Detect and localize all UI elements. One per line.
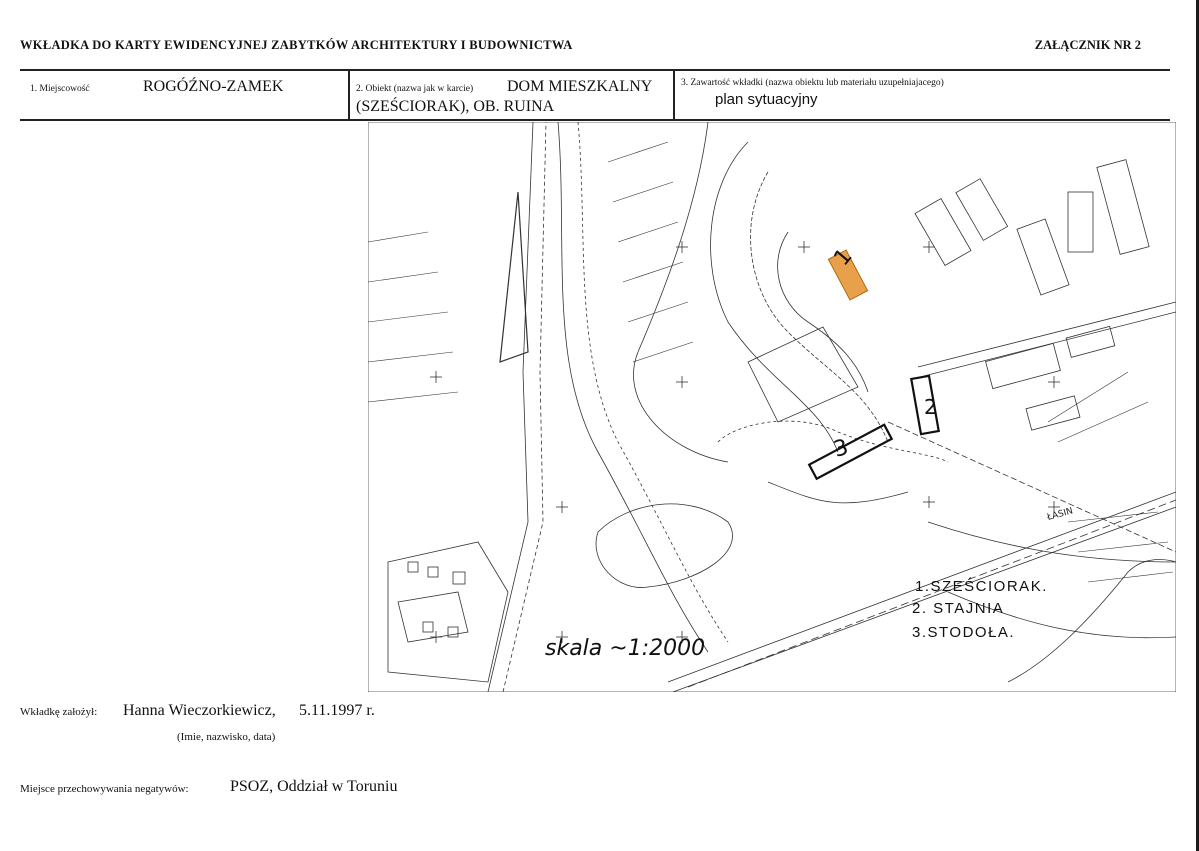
form-divider-1 bbox=[348, 69, 350, 120]
form-bottom-rule bbox=[20, 119, 1170, 121]
content-label: 3. Zawartość wkładki (nazwa obiektu lub … bbox=[681, 78, 944, 88]
scale-note: skala ~1:2000 bbox=[545, 636, 706, 661]
content-value: plan sytuacyjny bbox=[715, 91, 818, 108]
object-label: 2. Obiekt (nazwa jak w karcie) bbox=[356, 84, 474, 94]
form-divider-2 bbox=[673, 69, 675, 120]
author-note: (Imie, nazwisko, data) bbox=[177, 731, 276, 743]
locality-value: ROGÓŹNO-ZAMEK bbox=[143, 78, 284, 95]
storage-label: Miejsce przechowywania negatywów: bbox=[20, 783, 189, 795]
site-plan-drawing: 1 2 3 ŁASIN bbox=[367, 121, 1177, 693]
author-value: Hanna Wieczorkiewicz, bbox=[123, 702, 276, 719]
legend-item-1: 1.SZEŚCIORAK. bbox=[915, 578, 1048, 595]
author-date: 5.11.1997 r. bbox=[299, 702, 375, 719]
object-value-line2: (SZEŚCIORAK), OB. RUINA bbox=[356, 98, 555, 115]
author-label: Wkładkę założył: bbox=[20, 706, 98, 718]
document-title: WKŁADKA DO KARTY EWIDENCYJNEJ ZABYTKÓW A… bbox=[20, 38, 573, 52]
legend-item-2: 2. STAJNIA bbox=[912, 600, 1005, 617]
legend-item-3: 3.STODOŁA. bbox=[912, 624, 1016, 641]
storage-value: PSOZ, Oddział w Toruniu bbox=[230, 778, 398, 795]
building-number-2: 2 bbox=[924, 395, 937, 419]
annex-number: ZAŁĄCZNIK NR 2 bbox=[1034, 38, 1141, 52]
locality-label: 1. Miejscowość bbox=[30, 84, 90, 94]
object-value-line1: DOM MIESZKALNY bbox=[507, 78, 653, 95]
form-top-rule bbox=[20, 69, 1170, 71]
site-plan-map: 1 2 3 ŁASIN bbox=[367, 121, 1177, 693]
